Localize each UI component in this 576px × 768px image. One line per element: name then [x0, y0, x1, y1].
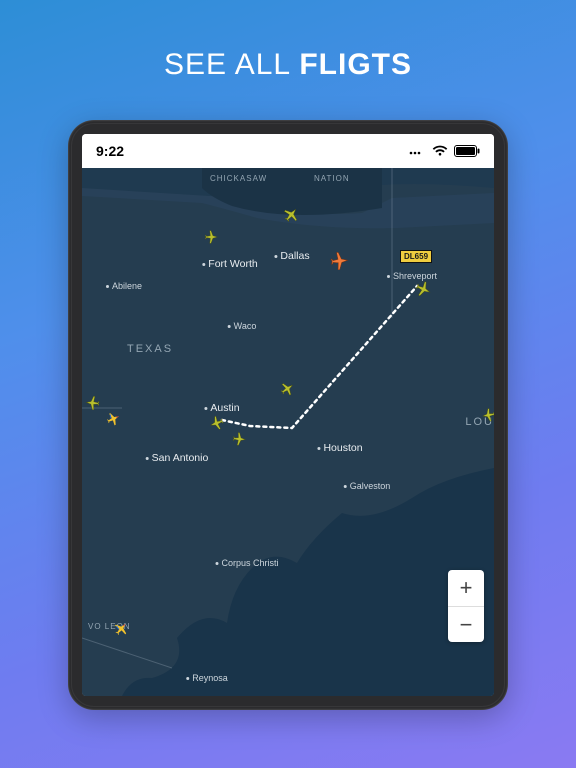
flight-callsign-badge[interactable]: DL659: [400, 250, 432, 263]
headline-bold: FLIGTS: [299, 48, 412, 81]
aircraft-icon[interactable]: [84, 394, 102, 412]
tablet-screen: 9:22: [82, 134, 494, 696]
city-dallas: Dallas: [274, 250, 309, 262]
city-corpus-christi: Corpus Christi: [215, 558, 278, 568]
zoom-out-button[interactable]: −: [448, 606, 484, 642]
city-fort-worth: Fort Worth: [202, 258, 257, 270]
map-water: [82, 168, 494, 696]
city-galveston: Galveston: [344, 481, 391, 491]
status-icons: [408, 145, 480, 157]
zoom-in-button[interactable]: +: [448, 570, 484, 606]
promo-headline: SEE ALL FLIGTS: [164, 48, 412, 82]
city-shreveport: Shreveport: [387, 271, 437, 281]
aircraft-icon[interactable]: [480, 406, 494, 424]
promo-background: SEE ALL FLIGTS 9:22: [0, 0, 576, 768]
city-abilene: Abilene: [106, 281, 142, 291]
status-time: 9:22: [96, 143, 124, 159]
aircraft-icon[interactable]: [203, 229, 218, 244]
region-chickasaw: CHICKASAW: [210, 174, 267, 183]
battery-icon: [454, 145, 480, 157]
city-waco: Waco: [228, 321, 257, 331]
status-bar: 9:22: [82, 134, 494, 168]
tablet-frame: 9:22: [68, 120, 508, 710]
flight-map[interactable]: CHICKASAW NATION TEXAS LOU VO LEON Fort …: [82, 168, 494, 696]
aircraft-icon-selected[interactable]: [328, 250, 350, 272]
aircraft-icon[interactable]: [231, 431, 248, 448]
city-san-antonio: San Antonio: [146, 452, 209, 464]
wifi-icon: [432, 145, 448, 157]
signal-dots-icon: [408, 146, 426, 156]
zoom-control: + −: [448, 570, 484, 642]
city-houston: Houston: [317, 442, 362, 454]
headline-light: SEE ALL: [164, 48, 299, 81]
region-texas: TEXAS: [127, 343, 173, 355]
region-nation: NATION: [314, 174, 350, 183]
city-reynosa: Reynosa: [186, 673, 228, 683]
